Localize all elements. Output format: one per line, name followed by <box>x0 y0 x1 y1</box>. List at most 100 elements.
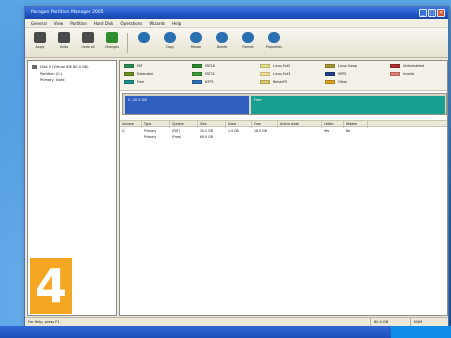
title-bar[interactable]: Paragon Partition Manager 2005 _ □ ✕ <box>25 7 448 19</box>
legend-swatch <box>192 64 202 68</box>
menu-partition[interactable]: Partition <box>70 19 87 27</box>
legend-item: FAT32 <box>192 72 215 76</box>
legend-item: Linux Ext2 <box>260 64 290 68</box>
legend-item: Linux Ext3 <box>260 72 290 76</box>
menu-bar: General View Partition Hard Disk Operati… <box>25 19 448 28</box>
window-controls: _ □ ✕ <box>419 9 445 17</box>
menu-wizards[interactable]: Wizards <box>149 19 165 27</box>
system-tray <box>391 326 451 338</box>
undo-all-label: Undo all <box>81 45 95 49</box>
properties-icon <box>268 32 280 43</box>
menu-hard-disk[interactable]: Hard Disk <box>94 19 113 27</box>
menu-general[interactable]: General <box>31 19 47 27</box>
legend-item: ReiserFS <box>260 80 287 84</box>
toolbar-separator <box>127 33 128 53</box>
resize-label: Resize <box>190 45 202 49</box>
legend-item: HPFS <box>325 72 346 76</box>
undo-all-icon <box>82 32 94 43</box>
cell-system: (Free) <box>172 135 182 139</box>
format-label: Format <box>242 45 254 49</box>
taskbar <box>0 326 451 338</box>
menu-help[interactable]: Help <box>172 19 181 27</box>
legend-swatch <box>260 80 270 84</box>
legend-item: NTFS <box>192 80 213 84</box>
format-button[interactable]: Format <box>237 31 259 55</box>
legend-swatch <box>260 72 270 76</box>
tree-item-label: Primary, Used <box>40 78 65 82</box>
hard-disk-icon <box>32 65 37 69</box>
column-hidden[interactable]: Hidden <box>344 121 368 128</box>
legend-item: Linux Swap <box>325 64 357 68</box>
legend-swatch <box>325 80 335 84</box>
disk-map: C: 20.0 GB Free <box>122 93 447 115</box>
legend-swatch <box>390 64 400 68</box>
legend-swatch <box>260 64 270 68</box>
legend-swatch <box>124 80 134 84</box>
copy-label: Copy <box>165 45 175 49</box>
column-volume[interactable]: Volume <box>120 121 142 128</box>
app-window: Paragon Partition Manager 2005 _ □ ✕ Gen… <box>24 6 449 327</box>
legend-item: Extended <box>124 72 153 76</box>
copy-icon <box>164 32 176 43</box>
tree-item-label: Disk 0 (Virtual IDE 80.0 GB) <box>40 65 89 69</box>
legend-swatch <box>192 80 202 84</box>
changes-button[interactable]: Changes <box>101 31 123 55</box>
tree-item-partition[interactable]: Partition (C:) <box>40 72 62 76</box>
menu-view[interactable]: View <box>54 19 64 27</box>
legend-item: FAT <box>124 64 143 68</box>
legend-swatch <box>124 72 134 76</box>
column-size[interactable]: Size <box>198 121 226 128</box>
step-number-badge: 4 <box>30 258 72 314</box>
copy-button[interactable]: Copy <box>159 31 181 55</box>
disk-button[interactable] <box>133 31 155 55</box>
maximize-button[interactable]: □ <box>428 9 436 17</box>
column-active-state[interactable]: Active state <box>278 121 322 128</box>
column-used[interactable]: Used <box>226 121 252 128</box>
legend-item: Unformatted <box>390 64 424 68</box>
delete-label: Delete <box>216 45 228 49</box>
apply-label: Apply <box>35 45 45 49</box>
legend-swatch <box>124 64 134 68</box>
partition-block-free[interactable]: Free <box>251 96 445 114</box>
apply-icon <box>34 32 46 43</box>
filesystem-legend: FAT Extended Free FAT16 FAT32 NTFS Linux… <box>120 61 447 91</box>
partition-table-header: Volume Type System Size Used Free Active… <box>120 120 447 128</box>
changes-label: Changes <box>105 45 119 49</box>
cell-type: Primary <box>144 135 157 139</box>
column-letter[interactable]: Letter <box>322 121 344 128</box>
legend-swatch <box>325 72 335 76</box>
column-free[interactable]: Free <box>252 121 278 128</box>
apply-button[interactable]: Apply <box>29 31 51 55</box>
properties-label: Properties <box>265 45 283 49</box>
status-bar: For Help, press F1 80.0 GB NUM <box>25 317 448 327</box>
legend-swatch <box>390 72 400 76</box>
menu-operations[interactable]: Operations <box>120 19 142 27</box>
properties-button[interactable]: Properties <box>263 31 285 55</box>
undo-label: Undo <box>59 45 69 49</box>
changes-icon <box>106 32 118 43</box>
toolbar: Apply Undo Undo all Changes Copy Resize <box>25 28 448 58</box>
close-button[interactable]: ✕ <box>437 9 445 17</box>
legend-swatch <box>325 64 335 68</box>
column-system[interactable]: System <box>170 121 198 128</box>
column-type[interactable]: Type <box>142 121 170 128</box>
format-icon <box>242 32 254 43</box>
window-title: Paragon Partition Manager 2005 <box>31 10 104 15</box>
resize-icon <box>190 32 202 43</box>
partition-pane: FAT Extended Free FAT16 FAT32 NTFS Linux… <box>119 60 448 316</box>
undo-button[interactable]: Undo <box>53 31 75 55</box>
resize-button[interactable]: Resize <box>185 31 207 55</box>
tree-item-status: Primary, Used <box>40 78 65 82</box>
delete-button[interactable]: Delete <box>211 31 233 55</box>
undo-all-button[interactable]: Undo all <box>77 31 99 55</box>
tree-item-label: Partition (C:) <box>40 72 63 76</box>
minimize-button[interactable]: _ <box>419 9 427 17</box>
table-row[interactable]: Primary (Free) 60.0 GB <box>120 134 447 140</box>
legend-item: FAT16 <box>192 64 215 68</box>
legend-swatch <box>192 72 202 76</box>
legend-item: Invalid <box>390 72 414 76</box>
partition-block-c[interactable]: C: 20.0 GB <box>125 96 249 114</box>
disk-icon <box>138 32 150 43</box>
tree-item-disk[interactable]: Disk 0 (Virtual IDE 80.0 GB) <box>32 65 88 69</box>
delete-icon <box>216 32 228 43</box>
